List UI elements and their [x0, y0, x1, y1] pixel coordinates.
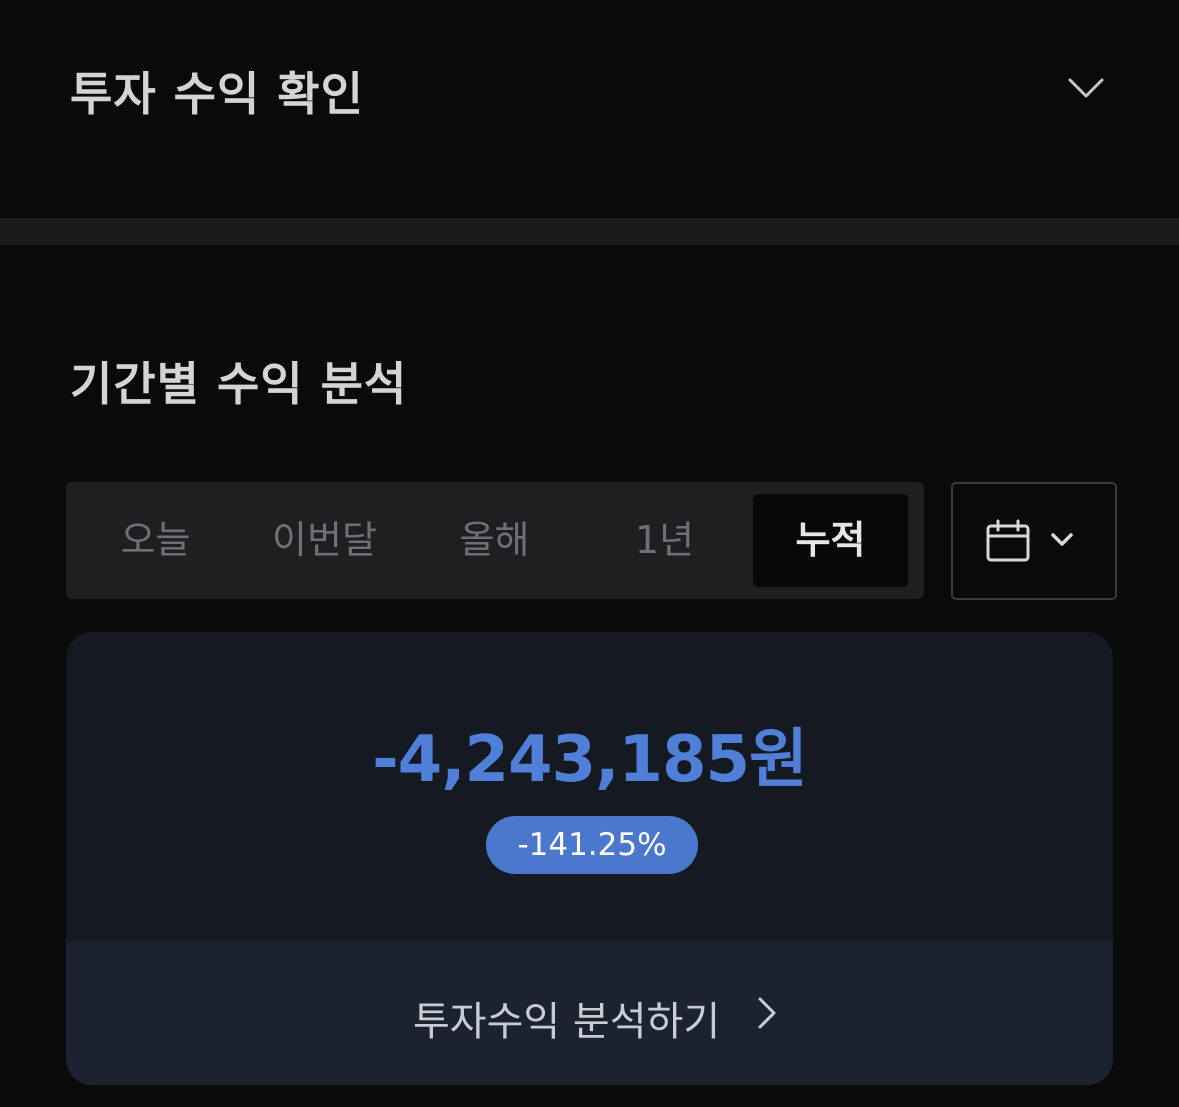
- calendar-icon: [986, 519, 1030, 562]
- tab-today[interactable]: 오늘: [78, 494, 233, 587]
- return-summary-card: -4,243,185원 -141.25% 투자수익 분석하기: [66, 632, 1113, 1085]
- header-title: 투자 수익 확인: [70, 67, 364, 121]
- chevron-right-icon: [758, 997, 776, 1029]
- investment-return-screen: 투자 수익 확인 기간별 수익 분석 오늘 이번달 올해 1년 누적 -4,24…: [0, 0, 1179, 1107]
- chevron-down-icon[interactable]: [1064, 70, 1108, 106]
- chevron-down-icon: [1051, 533, 1073, 546]
- return-amount: -4,243,185원: [372, 723, 808, 797]
- tab-this-month[interactable]: 이번달: [247, 494, 402, 587]
- investment-return-header[interactable]: 투자 수익 확인: [0, 0, 1179, 218]
- return-rate-badge: -141.25%: [486, 816, 698, 874]
- analyze-returns-label: 투자수익 분석하기: [413, 999, 721, 1045]
- analyze-returns-button[interactable]: 투자수익 분석하기: [66, 941, 1113, 1085]
- period-analysis-title: 기간별 수익 분석: [70, 357, 408, 411]
- tab-one-year[interactable]: 1년: [587, 494, 742, 587]
- date-picker-button[interactable]: [951, 482, 1117, 600]
- period-tabs: 오늘 이번달 올해 1년 누적: [66, 482, 924, 599]
- tab-this-year[interactable]: 올해: [417, 494, 572, 587]
- tab-cumulative[interactable]: 누적: [753, 494, 908, 587]
- section-divider: [0, 218, 1179, 245]
